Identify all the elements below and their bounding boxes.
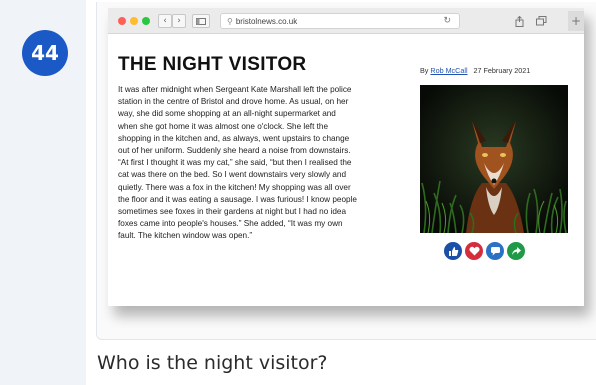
byline-prefix: By: [420, 66, 429, 75]
sidebar-icon: [196, 17, 206, 25]
share-arrow-icon: [511, 247, 521, 255]
like-icon: [448, 246, 458, 256]
plus-icon: +: [570, 14, 582, 28]
article-date: 27 February 2021: [473, 66, 531, 75]
fox-photo: [420, 85, 568, 233]
forward-button[interactable]: ›: [172, 14, 186, 28]
back-button[interactable]: ‹: [158, 14, 172, 28]
new-tab-button[interactable]: +: [568, 11, 584, 31]
share-page-icon[interactable]: [512, 14, 526, 28]
article-byline: By Rob McCall 27 February 2021: [420, 66, 530, 75]
article-line: when she got home it was almost one o'cl…: [118, 121, 329, 131]
article-line: station in the centre of Bristol and dro…: [118, 97, 349, 107]
sidebar-toggle-button[interactable]: [192, 14, 210, 28]
minimize-window-dot[interactable]: [130, 17, 138, 25]
forward-share-button[interactable]: [507, 242, 525, 260]
question-text: Who is the night visitor?: [97, 352, 328, 374]
article-line: way, she did some shopping at an all-nig…: [118, 109, 336, 119]
article-line: cat was there on the bed. So I went down…: [118, 170, 347, 180]
article-body: It was after midnight when Sergeant Kate…: [118, 84, 408, 243]
chevron-right-icon: ›: [177, 16, 181, 26]
article-line: It was after midnight when Sergeant Kate…: [118, 85, 352, 94]
article-line: the floor and it was eating a sausage. I…: [118, 194, 357, 204]
article-line: “At first I thought it was my cat,” she …: [118, 158, 352, 168]
comment-icon: [490, 247, 500, 256]
article-line: shopping in the kitchen and, as always, …: [118, 133, 350, 143]
article-line: foxes came into people's houses.” She ad…: [118, 219, 343, 229]
article-line: sometimes see foxes in their gardens at …: [118, 207, 347, 217]
url-text: bristolnews.co.uk: [235, 16, 298, 26]
chevron-left-icon: ‹: [163, 16, 167, 26]
share-buttons: [444, 242, 525, 260]
article-line: out of her uniform. Suddenly she heard a…: [118, 146, 351, 156]
browser-toolbar: ‹ › ⚲ bristolnews.co.uk ↻ +: [108, 8, 584, 34]
search-icon: ⚲: [227, 16, 233, 26]
question-number-badge: 44: [22, 30, 68, 76]
author-link[interactable]: Rob McCall: [430, 66, 467, 75]
article-line: fault. The kitchen window was open.”: [118, 231, 253, 241]
article-headline: THE NIGHT VISITOR: [118, 54, 307, 75]
browser-window: ‹ › ⚲ bristolnews.co.uk ↻ + THE NIGHT VI…: [108, 8, 584, 306]
close-window-dot[interactable]: [118, 17, 126, 25]
article-line: quietly. There was a fox in the kitchen!…: [118, 182, 351, 192]
tabs-overview-icon[interactable]: [534, 14, 548, 28]
comment-button[interactable]: [486, 242, 504, 260]
heart-icon: [468, 246, 480, 256]
heart-button[interactable]: [465, 242, 483, 260]
maximize-window-dot[interactable]: [142, 17, 150, 25]
like-button[interactable]: [444, 242, 462, 260]
address-bar[interactable]: ⚲ bristolnews.co.uk ↻: [220, 13, 460, 29]
reload-icon[interactable]: ↻: [443, 15, 451, 26]
